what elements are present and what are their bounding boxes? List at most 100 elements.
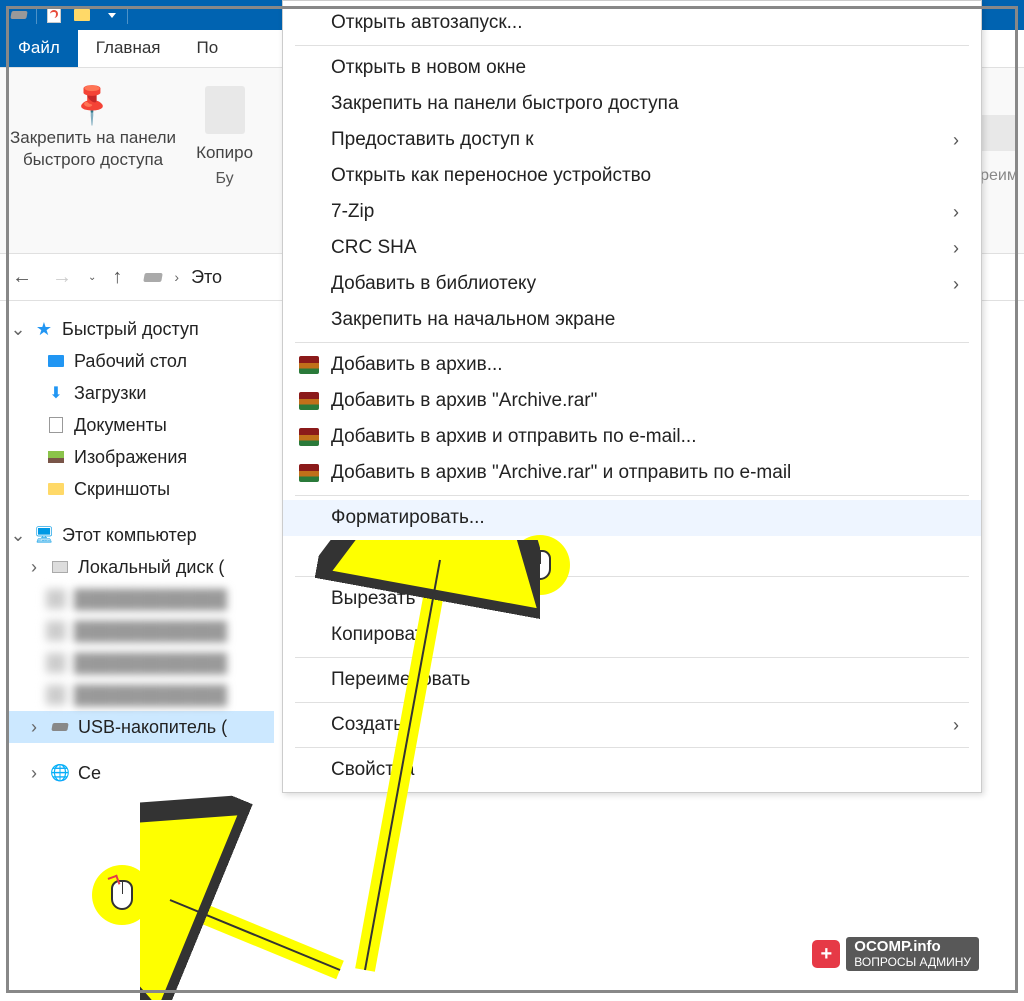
menu-separator [295,495,969,496]
tree-local-disk[interactable]: Локальный диск ( [6,551,274,583]
tree-quick-access[interactable]: ★ Быстрый доступ [6,313,274,345]
chevron-down-icon[interactable] [10,525,26,546]
menu-copy[interactable]: Копировать [283,617,981,653]
tree-screenshots[interactable]: Скриншоты [6,473,274,505]
disk-icon [9,5,29,25]
watermark-plus-icon: + [812,940,840,968]
menu-open-autorun[interactable]: Открыть автозапуск... [283,5,981,41]
menu-pin-quick-access[interactable]: Закрепить на панели быстрого доступа [283,86,981,122]
pictures-icon [46,447,66,467]
highlight-usb [92,865,152,925]
context-menu: Открыть автозапуск... Открыть в новом ок… [282,0,982,793]
menu-create[interactable]: Создать› [283,707,981,743]
menu-crc-sha[interactable]: CRC SHA› [283,230,981,266]
separator [36,6,37,24]
tree-blurred-item[interactable]: ████████████ [6,583,274,615]
location-disk-icon [144,273,164,282]
tab-file[interactable]: Файл [0,30,78,67]
menu-rename[interactable]: Переименовать [283,662,981,698]
tree-label: Документы [74,415,167,436]
pin-icon: 📌 [67,78,118,129]
menu-give-access[interactable]: Предоставить доступ к› [283,122,981,158]
menu-eject[interactable]: Извлечь [283,536,981,572]
tree-pictures[interactable]: Изображения [6,441,274,473]
copy-icon [205,86,245,134]
menu-open-new-window[interactable]: Открыть в новом окне [283,50,981,86]
tree-this-pc[interactable]: 🖥 Этот компьютер [6,519,274,551]
ribbon-copy-group[interactable]: Копиро Бу [186,86,263,253]
mouse-icon [529,550,551,580]
copy-label: Копиро [196,142,253,164]
chevron-right-icon[interactable]: › [174,269,179,285]
forward-button[interactable]: → [48,262,76,293]
pin-label: Закрепить на панели быстрого доступа [10,127,176,171]
menu-add-archive-rar-email[interactable]: Добавить в архив "Archive.rar" и отправи… [283,455,981,491]
folder-icon [46,479,66,499]
tree-label: Этот компьютер [62,525,197,546]
winrar-icon [297,354,321,376]
tree-network[interactable]: 🌐 Се [6,757,274,789]
menu-add-archive[interactable]: Добавить в архив... [283,347,981,383]
menu-add-library[interactable]: Добавить в библиотеку› [283,266,981,302]
menu-open-portable[interactable]: Открыть как переносное устройство [283,158,981,194]
dropdown-icon[interactable] [100,5,120,25]
properties-icon[interactable] [44,5,64,25]
menu-7zip[interactable]: 7-Zip› [283,194,981,230]
chevron-right-icon[interactable] [26,557,42,578]
tree-blurred-item[interactable]: ████████████ [6,679,274,711]
tree-documents[interactable]: Документы [6,409,274,441]
tab-home[interactable]: Главная [78,30,179,67]
menu-add-archive-email[interactable]: Добавить в архив и отправить по e-mail..… [283,419,981,455]
separator [127,6,128,24]
breadcrumb-text[interactable]: Это [191,267,222,288]
menu-separator [295,702,969,703]
disk-icon [50,557,70,577]
download-icon: ⬇ [46,383,66,403]
history-dropdown-icon[interactable]: ⌄ [88,272,96,283]
tree-label: Быстрый доступ [62,319,199,340]
folder-icon[interactable] [72,5,92,25]
mouse-icon [111,880,133,910]
chevron-right-icon: › [953,238,967,259]
chevron-right-icon: › [953,130,967,151]
menu-cut[interactable]: Вырезать [283,581,981,617]
tree-label: Изображения [74,447,187,468]
menu-pin-start[interactable]: Закрепить на начальном экране [283,302,981,338]
winrar-icon [297,390,321,412]
tree-blurred-item[interactable]: ████████████ [6,647,274,679]
ribbon-pin-group[interactable]: 📌 Закрепить на панели быстрого доступа [0,86,186,253]
watermark: + OCOMP.info ВОПРОСЫ АДМИНУ [812,937,979,971]
tree-downloads[interactable]: ⬇ Загрузки [6,377,274,409]
winrar-icon [297,462,321,484]
winrar-icon [297,426,321,448]
menu-separator [295,747,969,748]
menu-separator [295,342,969,343]
menu-add-archive-rar[interactable]: Добавить в архив "Archive.rar" [283,383,981,419]
usb-icon [50,717,70,737]
chevron-right-icon: › [953,202,967,223]
tab-share[interactable]: По [179,30,237,67]
menu-separator [295,657,969,658]
tree-label: Загрузки [74,383,146,404]
menu-separator [295,45,969,46]
back-button[interactable]: ← [8,262,36,293]
cursor-icon: ☝ [486,553,508,574]
menu-separator [295,576,969,577]
tree-label: Рабочий стол [74,351,187,372]
chevron-down-icon[interactable] [10,319,26,340]
tree-blurred-item[interactable]: ████████████ [6,615,274,647]
clipboard-label: Бу [215,170,233,188]
network-icon: 🌐 [50,763,70,783]
tree-label: Скриншоты [74,479,170,500]
tree-label: Локальный диск ( [78,557,224,578]
menu-properties[interactable]: Свойства [283,752,981,788]
chevron-right-icon[interactable] [26,717,42,738]
highlight-format: ☝ [510,535,570,595]
menu-format[interactable]: Форматировать... [283,500,981,536]
tree-desktop[interactable]: Рабочий стол [6,345,274,377]
tree-label: Се [78,763,101,784]
up-button[interactable]: ↑ [108,262,126,293]
tree-usb-drive[interactable]: USB-накопитель ( [6,711,274,743]
chevron-right-icon[interactable] [26,763,42,784]
desktop-icon [46,351,66,371]
